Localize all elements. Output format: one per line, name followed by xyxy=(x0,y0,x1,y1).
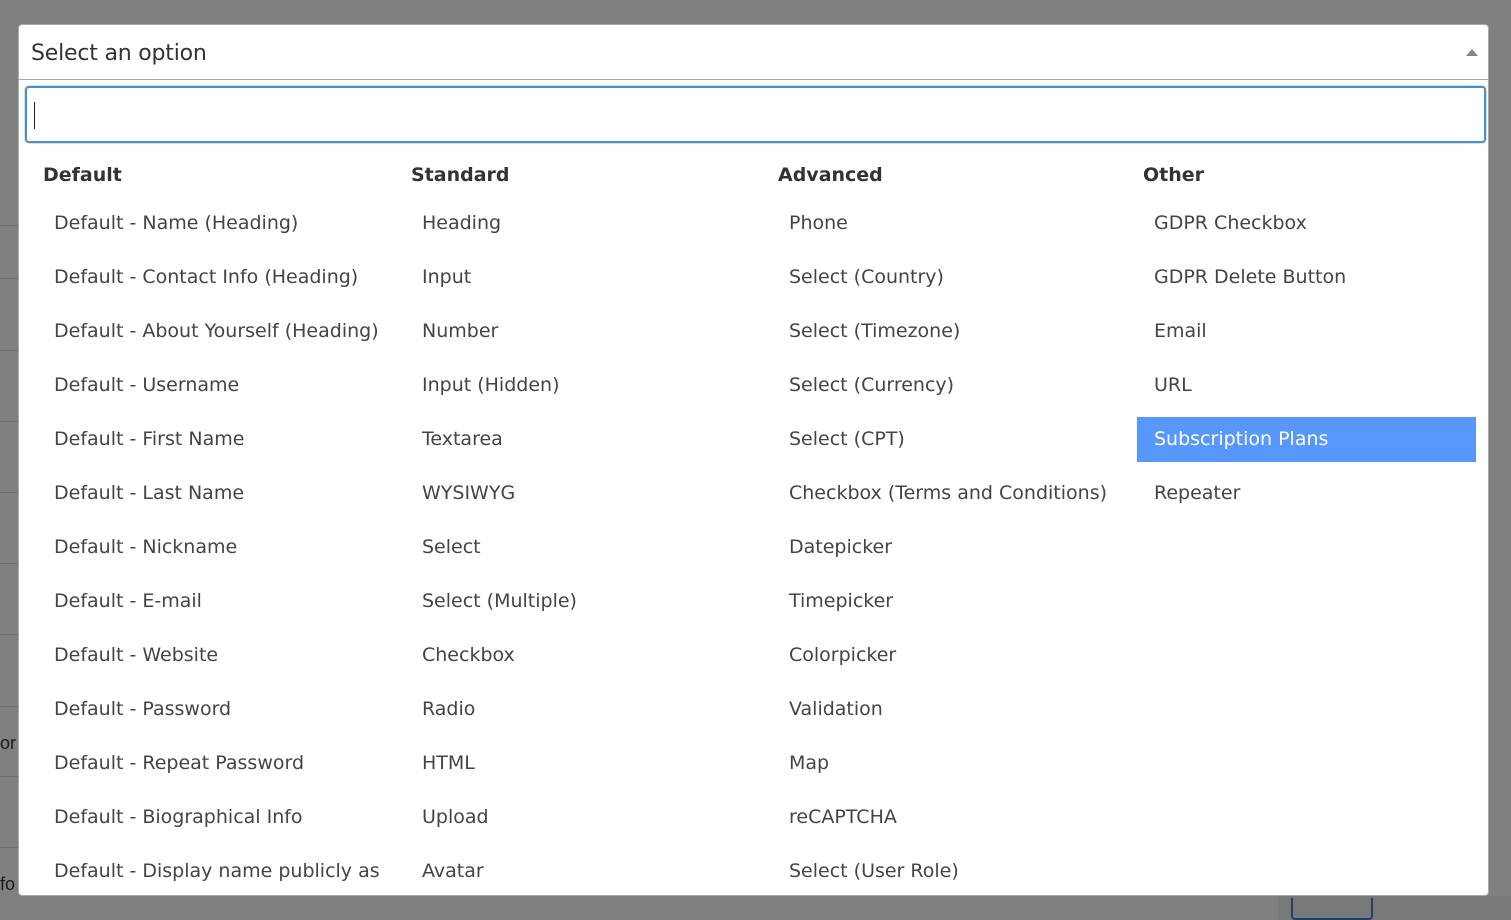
option-group-standard: Standard Heading Input Number Input (Hid… xyxy=(405,159,745,895)
option-item[interactable]: Default - Repeat Password xyxy=(37,741,377,786)
group-title: Standard xyxy=(411,164,510,186)
background-divider xyxy=(0,350,18,351)
option-item[interactable]: Select (Multiple) xyxy=(405,579,745,624)
background-text-fragment: or xyxy=(0,733,17,753)
option-item[interactable]: Default - Username xyxy=(37,363,377,408)
option-item-highlighted[interactable]: Subscription Plans xyxy=(1137,417,1476,462)
option-item[interactable]: Default - First Name xyxy=(37,417,377,462)
option-item[interactable]: Default - Contact Info (Heading) xyxy=(37,255,377,300)
option-item[interactable]: Radio xyxy=(405,687,745,732)
option-item[interactable]: Select (User Role) xyxy=(772,849,1112,894)
background-text-fragment: fo xyxy=(0,874,16,894)
option-item[interactable]: reCAPTCHA xyxy=(772,795,1112,840)
option-item[interactable]: Email xyxy=(1137,309,1477,354)
option-item[interactable]: Select (Country) xyxy=(772,255,1112,300)
option-item[interactable]: WYSIWYG xyxy=(405,471,745,516)
search-field-wrapper xyxy=(25,86,1486,143)
option-item[interactable]: GDPR Checkbox xyxy=(1137,201,1477,246)
background-button xyxy=(1291,898,1373,920)
option-item[interactable]: Checkbox (Terms and Conditions) xyxy=(772,471,1112,516)
select-toggle[interactable]: Select an option xyxy=(19,25,1488,80)
option-item[interactable]: Select (Currency) xyxy=(772,363,1112,408)
option-item[interactable]: Default - Name (Heading) xyxy=(37,201,377,246)
option-item[interactable]: Checkbox xyxy=(405,633,745,678)
group-title: Default xyxy=(43,164,122,186)
option-item[interactable]: Select (Timezone) xyxy=(772,309,1112,354)
option-item[interactable]: Default - Last Name xyxy=(37,471,377,516)
background-divider xyxy=(0,421,18,422)
background-divider xyxy=(0,634,18,635)
background-divider xyxy=(0,225,18,226)
option-item[interactable]: Default - Nickname xyxy=(37,525,377,570)
option-item[interactable]: Avatar xyxy=(405,849,745,894)
option-item[interactable]: Default - Biographical Info xyxy=(37,795,377,840)
option-item[interactable]: Default - E-mail xyxy=(37,579,377,624)
option-item[interactable]: URL xyxy=(1137,363,1477,408)
option-item[interactable]: Default - Display name publicly as xyxy=(37,849,380,894)
group-title: Advanced xyxy=(778,164,883,186)
select-placeholder: Select an option xyxy=(31,41,207,66)
option-item[interactable]: Upload xyxy=(405,795,745,840)
option-item[interactable]: Input xyxy=(405,255,745,300)
option-item[interactable]: Datepicker xyxy=(772,525,1112,570)
field-type-dropdown: Select an option Default Default - Name … xyxy=(18,24,1489,896)
option-item[interactable]: Validation xyxy=(772,687,1112,732)
background-divider xyxy=(0,847,18,848)
option-group-other: Other GDPR Checkbox GDPR Delete Button E… xyxy=(1137,159,1477,525)
background-divider xyxy=(0,563,18,564)
option-item[interactable]: Input (Hidden) xyxy=(405,363,745,408)
option-item[interactable]: Default - About Yourself (Heading) xyxy=(37,309,379,354)
option-group-default: Default Default - Name (Heading) Default… xyxy=(37,159,380,895)
option-item[interactable]: Default - Password xyxy=(37,687,377,732)
text-cursor xyxy=(34,102,35,129)
option-group-advanced: Advanced Phone Select (Country) Select (… xyxy=(772,159,1112,895)
background-divider xyxy=(0,776,18,777)
option-item[interactable]: Select (CPT) xyxy=(772,417,1112,462)
option-item[interactable]: Heading xyxy=(405,201,745,246)
option-item[interactable]: HTML xyxy=(405,741,745,786)
group-title: Other xyxy=(1143,164,1205,186)
option-item[interactable]: Map xyxy=(772,741,1112,786)
option-item[interactable]: Phone xyxy=(772,201,1112,246)
background-divider xyxy=(0,492,18,493)
option-item[interactable]: Default - Website xyxy=(37,633,377,678)
search-input[interactable] xyxy=(27,88,1484,141)
option-item[interactable]: GDPR Delete Button xyxy=(1137,255,1477,300)
caret-up-icon[interactable] xyxy=(1466,49,1478,56)
option-item[interactable]: Textarea xyxy=(405,417,745,462)
background-divider xyxy=(0,706,18,707)
background-divider xyxy=(0,278,18,279)
option-item[interactable]: Number xyxy=(405,309,745,354)
option-item[interactable]: Colorpicker xyxy=(772,633,1112,678)
option-item[interactable]: Timepicker xyxy=(772,579,1112,624)
option-item[interactable]: Select xyxy=(405,525,745,570)
option-item[interactable]: Repeater xyxy=(1137,471,1477,516)
